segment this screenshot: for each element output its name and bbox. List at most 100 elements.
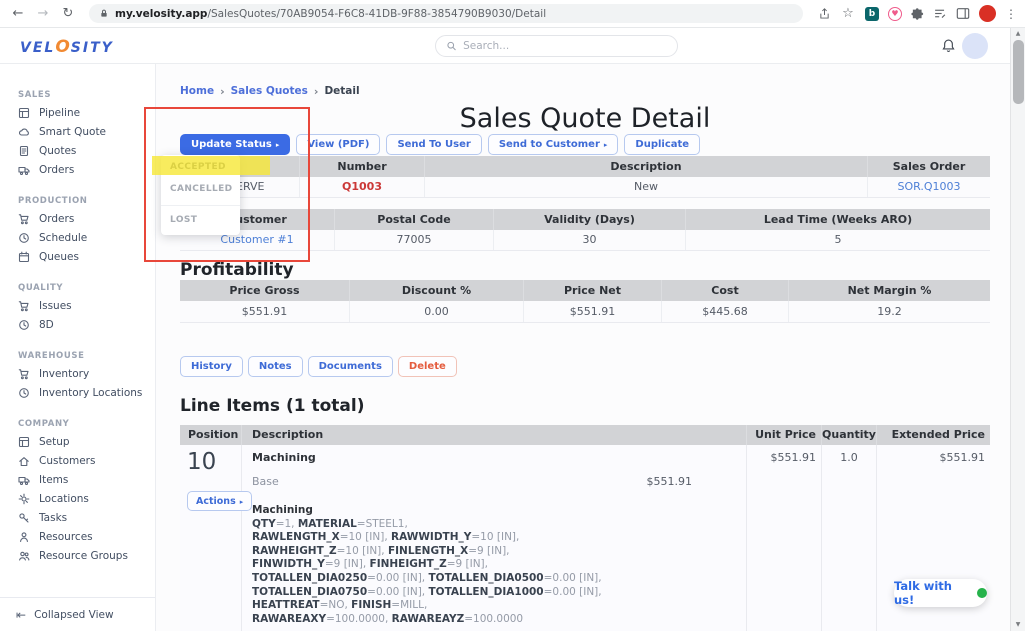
extension-heart-icon[interactable]: ♥ [888,7,902,21]
quantity-value: 1.0 [822,445,877,631]
customers-icon [18,455,30,467]
notifications-bell-icon[interactable] [941,38,956,58]
scroll-up-arrow[interactable]: ▲ [1011,28,1025,40]
history-button[interactable]: History [180,356,243,377]
line-item-name: Machining [252,451,736,464]
tasks-icon [18,512,30,524]
line-items-table: Position Description Unit Price Net Quan… [180,425,990,631]
unit-price-header: Unit Price Net [747,425,822,445]
sidebar-item-production-orders[interactable]: Orders [0,209,155,228]
sidebar-item-resource-groups[interactable]: Resource Groups [0,546,155,565]
sidebar-section-quality: QUALITY [0,283,155,296]
breadcrumb-sales-quotes[interactable]: Sales Quotes [231,85,308,97]
user-avatar[interactable] [962,33,988,59]
sidebar-item-tasks[interactable]: Tasks [0,508,155,527]
setup-icon [18,436,30,448]
global-search[interactable] [435,35,678,57]
sidebar-section-production: PRODUCTION [0,196,155,209]
send-to-user-button[interactable]: Send To User [386,134,481,155]
items-icon [18,474,30,486]
resources-icon [18,531,30,543]
duplicate-button[interactable]: Duplicate [624,134,700,155]
profitability-row: $551.91 0.00 $551.91 $445.68 19.2 [180,301,990,323]
browser-reload-button[interactable]: ↻ [60,6,76,21]
quotes-icon [18,145,30,157]
sidebar-section-company: COMPANY [0,419,155,432]
notes-button[interactable]: Notes [248,356,303,377]
delete-button[interactable]: Delete [398,356,457,377]
sidebar-item-smart-quote[interactable]: Smart Quote [0,122,155,141]
online-status-dot [977,588,987,598]
secondary-toolbar: History Notes Documents Delete [180,356,990,378]
sidebar-item-setup[interactable]: Setup [0,432,155,451]
sidebar-item-issues[interactable]: Issues [0,296,155,315]
search-input[interactable] [463,40,667,52]
production-orders-icon [18,213,30,225]
extension-b-icon[interactable]: b [865,7,879,21]
velosity-logo[interactable]: VELOSITY [20,37,114,57]
sidebar-item-items[interactable]: Items [0,470,155,489]
address-bar[interactable]: my.velosity.app/SalesQuotes/70AB9054-F6C… [89,4,803,23]
resource-groups-icon [18,550,30,562]
url-text: my.velosity.app/SalesQuotes/70AB9054-F6C… [115,8,546,20]
page-scrollbar[interactable]: ▲ ▼ [1010,28,1025,631]
sidebar-panel-icon[interactable] [956,7,970,20]
send-to-customer-button[interactable]: Send to Customer▸ [488,134,619,155]
sidebar-item-schedule[interactable]: Schedule [0,228,155,247]
bookmark-star-icon[interactable]: ☆ [840,6,856,21]
app-header: VELOSITY [0,28,1010,64]
net-margin-value: 19.2 [789,301,990,322]
sidebar-section-warehouse: WAREHOUSE [0,351,155,364]
quote-header-sales-order: Sales Order [868,156,990,177]
line-item-spec: Machining QTY=1, MATERIAL=STEEL1,RAWLENG… [252,504,736,626]
sidebar-item-queues[interactable]: Queues [0,247,155,266]
scroll-down-arrow[interactable]: ▼ [1011,619,1025,631]
spec-lines: QTY=1, MATERIAL=STEEL1,RAWLENGTH_X=10 [I… [252,518,736,627]
collapse-sidebar-button[interactable]: ⇤ Collapsed View [0,597,155,631]
caret-icon: ▸ [240,498,244,506]
browser-toolbar: ← → ↻ my.velosity.app/SalesQuotes/70AB90… [0,0,1025,28]
validity-value: 30 [494,230,686,250]
chat-widget-button[interactable]: Talk with us! [894,579,987,607]
search-icon [446,40,457,52]
sidebar-item-sales-orders[interactable]: Orders [0,160,155,179]
list-icon[interactable] [933,7,947,20]
sidebar-item-inventory[interactable]: Inventory [0,364,155,383]
sidebar-item-resources[interactable]: Resources [0,527,155,546]
collapse-icon: ⇤ [16,608,26,622]
sidebar-item-pipeline[interactable]: Pipeline [0,103,155,122]
line-item-base-row: Base $551.91 [252,475,736,488]
quote-header-description: Description [425,156,868,177]
profitability-title: Profitability [180,261,990,280]
scrollbar-thumb[interactable] [1013,40,1024,104]
description-header: Description [242,425,747,445]
sales-order-link[interactable]: SOR.Q1003 [868,177,990,197]
browser-profile-avatar[interactable] [979,5,996,22]
sales-orders-icon [18,164,30,176]
spec-title: Machining [252,504,736,518]
breadcrumb-home[interactable]: Home [180,85,214,97]
line-item-row: 10 Actions▸ Machining Base $551.91 Machi… [180,445,990,631]
extensions-puzzle-icon[interactable] [911,7,924,20]
issues-icon [18,300,30,312]
documents-button[interactable]: Documents [308,356,393,377]
pipeline-icon [18,107,30,119]
postal-code-header: Postal Code [335,209,494,230]
sidebar-item-8d[interactable]: 8D [0,315,155,334]
unit-price-value: $551.91 [747,445,822,631]
line-items-title: Line Items (1 total) [180,397,990,416]
discount-header: Discount % [350,280,524,301]
browser-back-button[interactable]: ← [10,6,26,21]
lock-icon [99,8,109,19]
sidebar-item-inventory-locations[interactable]: Inventory Locations [0,383,155,402]
breadcrumb-separator-icon: › [314,85,319,98]
sidebar-item-locations[interactable]: Locations [0,489,155,508]
browser-menu-icon[interactable]: ⋮ [1005,7,1017,21]
sidebar-item-quotes[interactable]: Quotes [0,141,155,160]
sidebar-item-customers[interactable]: Customers [0,451,155,470]
browser-forward-button[interactable]: → [35,6,51,21]
extended-price-header: Extended Price Net [877,425,990,445]
breadcrumb: Home › Sales Quotes › Detail [180,84,990,98]
postal-code-value: 77005 [335,230,494,250]
share-icon[interactable] [818,7,831,21]
